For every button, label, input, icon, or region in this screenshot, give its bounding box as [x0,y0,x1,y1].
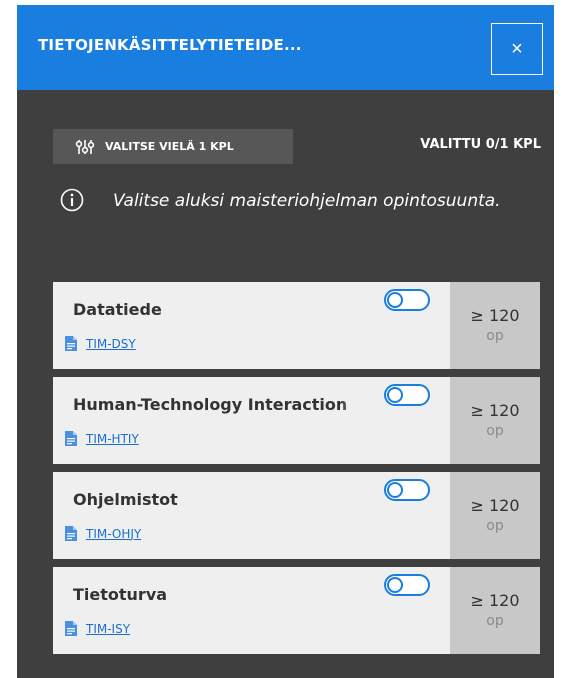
option-code-link[interactable]: TIM-ISY [64,620,130,637]
close-button[interactable]: × [491,23,543,75]
sliders-icon [75,139,95,155]
credits-unit: op [486,612,504,629]
option-name: Ohjelmistot [73,490,363,509]
option-code: TIM-OHJY [86,526,142,541]
option-toggle[interactable] [384,574,430,596]
list-item: Datatiede TIM-DSY ≥ 120 op [53,282,540,369]
document-icon [65,621,77,636]
document-icon [65,336,77,351]
credits-value: ≥ 120 [470,305,520,325]
option-credits: ≥ 120 op [450,567,540,654]
option-credits: ≥ 120 op [450,377,540,464]
document-icon [65,431,77,446]
info-text: Valitse aluksi maisteriohjelman opintosu… [113,191,501,211]
toggle-knob [387,577,403,593]
credits-unit: op [486,517,504,534]
option-toggle[interactable] [384,479,430,501]
option-code: TIM-HTIY [86,431,139,446]
list-item: Tietoturva TIM-ISY ≥ 120 op [53,567,540,654]
option-list: Datatiede TIM-DSY ≥ 120 op Human-Technol… [53,282,540,662]
option-code: TIM-DSY [86,336,136,351]
toggle-knob [387,292,403,308]
option-toggle[interactable] [384,384,430,406]
credits-value: ≥ 120 [470,400,520,420]
option-credits: ≥ 120 op [450,472,540,559]
info-icon [60,188,84,212]
option-name: Tietoturva [73,585,363,604]
option-credits: ≥ 120 op [450,282,540,369]
close-icon: × [511,37,523,60]
select-more-button[interactable]: VALITSE VIELÄ 1 KPL [53,129,293,164]
credits-value: ≥ 120 [470,590,520,610]
list-item: Human-Technology Interaction TIM-HTIY ≥ … [53,377,540,464]
select-more-label: VALITSE VIELÄ 1 KPL [105,140,234,153]
panel-title: TIETOJENKÄSITTELYTIETEIDE... [38,36,302,54]
credits-value: ≥ 120 [470,495,520,515]
credits-unit: op [486,422,504,439]
toggle-knob [387,482,403,498]
option-code-link[interactable]: TIM-DSY [64,335,136,352]
selected-count: VALITTU 0/1 KPL [420,137,541,152]
selection-panel: TIETOJENKÄSITTELYTIETEIDE... × VALITSE V… [17,5,554,678]
credits-unit: op [486,327,504,344]
document-icon [65,526,77,541]
list-item: Ohjelmistot TIM-OHJY ≥ 120 op [53,472,540,559]
option-name: Human-Technology Interaction [73,395,363,414]
option-name: Datatiede [73,300,363,319]
toggle-knob [387,387,403,403]
option-toggle[interactable] [384,289,430,311]
option-code-link[interactable]: TIM-OHJY [64,525,141,542]
panel-header: TIETOJENKÄSITTELYTIETEIDE... × [17,5,554,90]
option-code-link[interactable]: TIM-HTIY [64,430,139,447]
option-code: TIM-ISY [86,621,131,636]
